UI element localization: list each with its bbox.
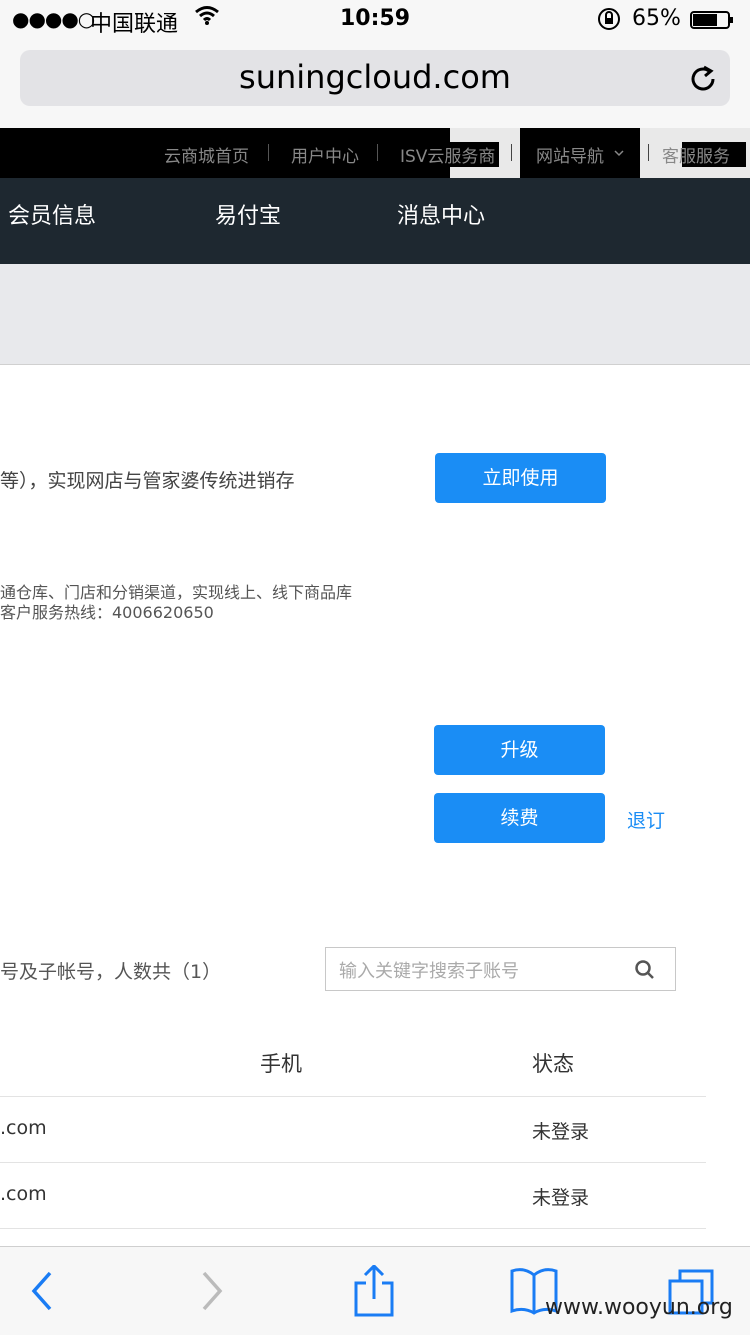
table-row: .com 未登录 [0, 1097, 706, 1162]
column-header-status: 状态 [532, 1052, 574, 1076]
battery-percent: 65% [632, 6, 681, 31]
main-nav-member-info[interactable]: 会员信息 [8, 198, 96, 230]
main-nav-yifubao[interactable]: 易付宝 [215, 198, 281, 230]
search-icon[interactable] [634, 959, 656, 981]
table-row: .com 未登录 [0, 1163, 706, 1228]
top-nav-home[interactable]: 云商城首页 [164, 142, 249, 167]
top-nav-isv[interactable]: ISV云服务商 [400, 142, 500, 167]
top-nav-customer-service[interactable]: 客服服务 [662, 142, 746, 167]
top-nav-site-nav[interactable]: 网站导航 [520, 128, 640, 178]
account-cell: .com [0, 1183, 47, 1205]
share-icon[interactable] [348, 1265, 400, 1317]
status-cell: 未登录 [532, 1187, 590, 1209]
divider [511, 144, 512, 161]
divider [377, 144, 378, 161]
address-bar[interactable]: suningcloud.com [20, 50, 730, 106]
chevron-down-icon [614, 150, 624, 157]
column-header-phone: 手机 [260, 1052, 302, 1076]
divider [268, 144, 269, 161]
renew-button[interactable]: 续费 [434, 793, 605, 843]
browser-toolbar: www.wooyun.org [0, 1246, 750, 1335]
back-icon[interactable] [18, 1265, 70, 1317]
product-description: 等），实现网店与管家婆传统进销存 [0, 470, 295, 492]
main-nav-message-center[interactable]: 消息中心 [397, 198, 485, 230]
battery-icon [690, 11, 733, 29]
main-nav: 会员信息 易付宝 消息中心 [0, 178, 750, 264]
reload-icon[interactable] [686, 62, 720, 96]
search-placeholder: 输入关键字搜索子账号 [339, 961, 519, 982]
watermark-text: www.wooyun.org [545, 1295, 733, 1320]
sub-account-search-input[interactable]: 输入关键字搜索子账号 [325, 947, 676, 991]
divider [0, 1228, 706, 1229]
product-detail-line2: 客户服务热线：4006620650 [0, 603, 214, 622]
top-nav: 云商城首页 用户中心 ISV云服务商 网站导航 客服服务 [0, 128, 750, 178]
top-nav-site-nav-label: 网站导航 [536, 147, 604, 167]
unsubscribe-link[interactable]: 退订 [627, 806, 665, 833]
gray-banner [0, 264, 750, 365]
use-now-button[interactable]: 立即使用 [435, 453, 606, 503]
status-cell: 未登录 [532, 1121, 590, 1143]
rotation-lock-icon [598, 8, 620, 30]
sub-account-summary: 号及子帐号，人数共（1） [0, 961, 222, 983]
status-bar: ●●●●○ 中国联通 10:59 65% [0, 0, 750, 40]
browser-address-area: suningcloud.com [0, 40, 750, 129]
account-cell: .com [0, 1117, 47, 1139]
divider [648, 144, 649, 161]
url-text[interactable]: suningcloud.com [20, 58, 730, 96]
top-nav-user-center[interactable]: 用户中心 [291, 142, 359, 167]
upgrade-button[interactable]: 升级 [434, 725, 605, 775]
forward-icon[interactable] [186, 1265, 238, 1317]
